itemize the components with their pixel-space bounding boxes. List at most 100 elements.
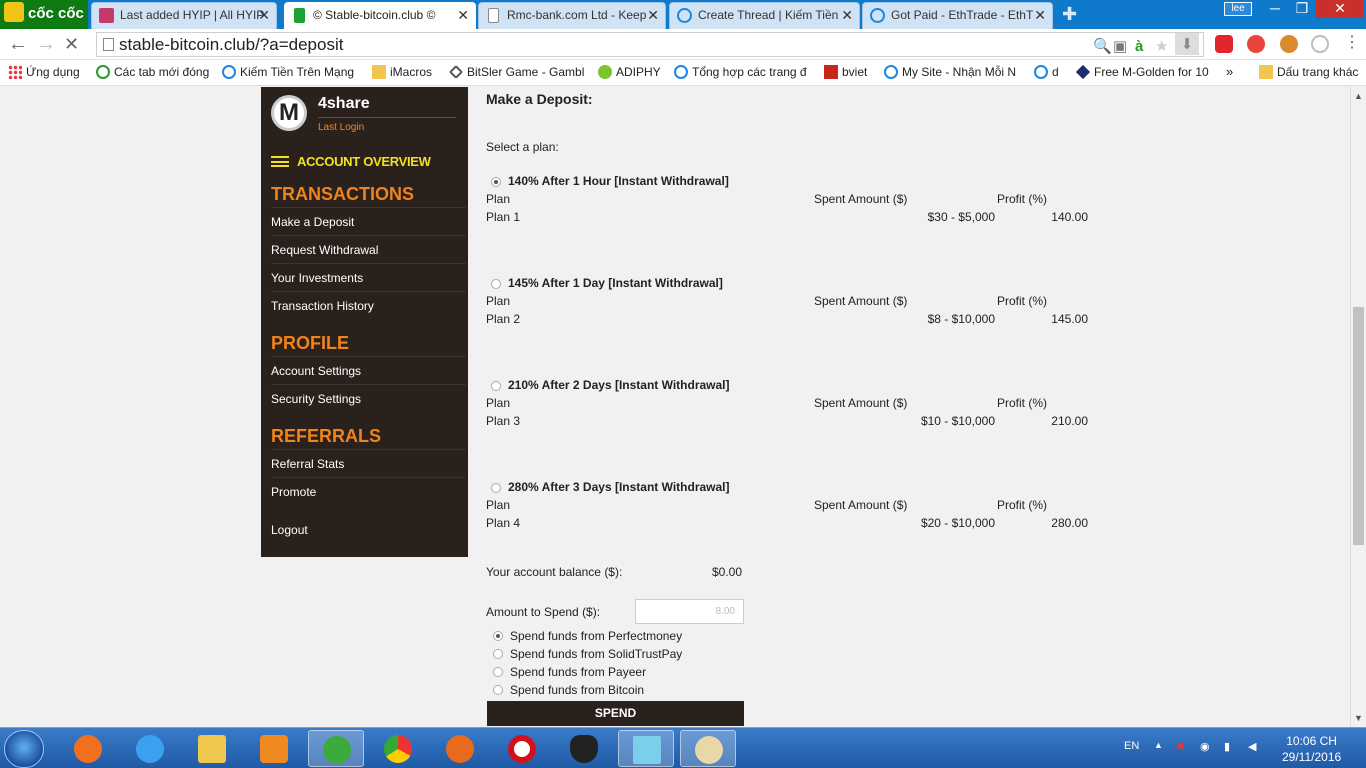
taskbar-coccoc-orange[interactable] [60, 730, 116, 767]
scroll-down-icon[interactable]: ▼ [1354, 713, 1363, 723]
tray-expand-icon[interactable]: ▲ [1154, 740, 1163, 750]
tab-stable-bitcoin[interactable]: © Stable-bitcoin.club © ✕ [284, 2, 476, 29]
zoom-icon[interactable]: 🔍 [1093, 35, 1112, 58]
taskbar-mouse-app[interactable] [556, 730, 612, 767]
taskbar-opera[interactable] [494, 730, 550, 767]
tab-close-icon[interactable]: ✕ [258, 3, 270, 28]
tab-create-thread[interactable]: Create Thread | Kiếm Tiền ✕ [669, 2, 860, 29]
volume-icon[interactable]: ◀ [1248, 740, 1256, 753]
bookmark-star-icon[interactable]: ★ [1155, 35, 1168, 58]
bookmark-adiphy[interactable]: ADIPHY [598, 60, 661, 84]
bookmark-tong-hop[interactable]: Tổng hợp các trang đ [674, 60, 808, 84]
forward-icon[interactable]: → [36, 34, 56, 54]
payment-radio[interactable] [493, 685, 503, 695]
sidebar-item-promote[interactable]: Promote [271, 477, 466, 505]
translate-icon[interactable]: ▣ [1113, 35, 1127, 58]
bookmark-site-icon [884, 65, 898, 79]
taskbar-coccoc[interactable] [308, 730, 364, 767]
start-button-icon[interactable] [4, 730, 44, 768]
new-tab-icon[interactable]: ✚ [1062, 4, 1077, 25]
payment-option-payeer[interactable]: Spend funds from Payeer [493, 663, 646, 681]
tray-app-icon[interactable]: ◉ [1200, 740, 1210, 753]
payment-option-bitcoin[interactable]: Spend funds from Bitcoin [493, 681, 644, 699]
payment-option-solidtrustpay[interactable]: Spend funds from SolidTrustPay [493, 645, 682, 663]
taskbar-chrome[interactable] [370, 730, 426, 767]
window-close-icon[interactable]: ✕ [1316, 0, 1364, 18]
tab-rmc-bank[interactable]: Rmc-bank.com Ltd - Keep ✕ [478, 2, 666, 29]
sidebar-item-referral-stats[interactable]: Referral Stats [271, 449, 466, 477]
coccoc-logo[interactable]: cốc cốc [0, 0, 88, 29]
bookmark-my-site[interactable]: My Site - Nhận Mỗi N [884, 60, 1022, 84]
sidebar-item-make-deposit[interactable]: Make a Deposit [271, 207, 466, 235]
media-player-icon [260, 735, 288, 763]
page-scrollbar[interactable]: ▲ ▼ [1350, 87, 1366, 727]
bookmark-imacros[interactable]: iMacros [372, 60, 432, 84]
col-profit-header: Profit (%) [997, 192, 1048, 206]
bookmark-bviet[interactable]: bviet [824, 60, 867, 84]
payment-radio[interactable] [493, 667, 503, 677]
browser-tab-bar: cốc cốc Last added HYIP | All HYIP ✕ © S… [0, 0, 1366, 29]
language-indicator[interactable]: EN [1124, 740, 1139, 752]
coccoc-a-icon[interactable]: à [1135, 35, 1143, 58]
extension-badge-icon[interactable] [1280, 35, 1298, 53]
bookmarks-overflow-chevron-icon[interactable]: » [1226, 60, 1233, 84]
restore-icon[interactable]: ❐ [1289, 0, 1315, 18]
network-warning-icon[interactable]: ✖ [1176, 740, 1185, 753]
payment-radio[interactable] [493, 649, 503, 659]
payment-label: Spend funds from Perfectmoney [510, 629, 683, 643]
sidebar-item-security-settings[interactable]: Security Settings [271, 384, 466, 412]
tab-title: Got Paid - EthTrade - EthT [891, 8, 1034, 22]
taskbar-media[interactable] [246, 730, 302, 767]
bookmark-d[interactable]: d [1034, 60, 1059, 84]
account-overview-link[interactable]: ACCOUNT OVERVIEW [271, 154, 431, 169]
bookmark-bitsler[interactable]: BitSler Game - Gambl [449, 60, 587, 84]
tab-close-icon[interactable]: ✕ [841, 3, 853, 28]
bookmark-free-m-golden[interactable]: Free M-Golden for 10 [1076, 60, 1214, 84]
amount-input[interactable]: 8.00 [635, 599, 744, 624]
adiphy-icon [598, 65, 612, 79]
stop-loading-icon[interactable]: ✕ [64, 34, 79, 54]
sidebar-item-account-settings[interactable]: Account Settings [271, 356, 466, 384]
sidebar-item-your-investments[interactable]: Your Investments [271, 263, 466, 291]
taskbar-firefox[interactable] [432, 730, 488, 767]
extension-at-icon[interactable] [1311, 35, 1329, 53]
taskbar-explorer[interactable] [184, 730, 240, 767]
scrollbar-thumb[interactable] [1353, 307, 1364, 545]
tab-last-added-hyip[interactable]: Last added HYIP | All HYIP ✕ [91, 2, 277, 29]
plan-radio[interactable] [491, 279, 501, 289]
address-bar[interactable]: stable-bitcoin.club/?a=deposit 🔍 ▣ à ★ ⬇ [96, 32, 1204, 57]
sidebar-item-logout[interactable]: Logout [271, 516, 466, 544]
sidebar-item-request-withdrawal[interactable]: Request Withdrawal [271, 235, 466, 263]
bookmark-kiem-tien[interactable]: Kiếm Tiền Trên Mạng [222, 60, 362, 84]
download-icon[interactable]: ⬇ [1175, 33, 1199, 55]
tab-close-icon[interactable]: ✕ [457, 3, 469, 28]
bookmark-label: Các tab mới đóng [114, 65, 210, 79]
system-clock[interactable]: 10:06 CH 29/11/2016 [1282, 733, 1341, 765]
plan-radio[interactable] [491, 381, 501, 391]
section-profile: PROFILE [271, 333, 350, 353]
back-icon[interactable]: ← [8, 34, 28, 54]
taskbar-paint[interactable] [680, 730, 736, 767]
extension-arrow-icon[interactable] [1247, 35, 1265, 53]
bookmark-apps[interactable]: Ứng dụng [8, 60, 80, 84]
spend-button[interactable]: SPEND [487, 701, 744, 726]
extension-red-icon[interactable] [1215, 35, 1233, 53]
tab-got-paid[interactable]: Got Paid - EthTrade - EthT ✕ [862, 2, 1053, 29]
bookmark-other[interactable]: Dấu trang khác [1259, 60, 1358, 84]
plan-radio[interactable] [491, 177, 501, 187]
tab-close-icon[interactable]: ✕ [1034, 3, 1046, 28]
tab-close-icon[interactable]: ✕ [647, 3, 659, 28]
payment-radio[interactable] [493, 631, 503, 641]
plan-range: $10 - $10,000 [920, 414, 995, 428]
minimize-icon[interactable]: ─ [1262, 0, 1288, 18]
scroll-up-icon[interactable]: ▲ [1354, 91, 1363, 101]
plan-radio[interactable] [491, 483, 501, 493]
signal-icon[interactable]: ▮ [1224, 740, 1230, 753]
profile-user-badge[interactable]: lee [1224, 2, 1252, 16]
bookmark-closed-tabs[interactable]: Các tab mới đóng [96, 60, 209, 84]
taskbar-ie[interactable] [122, 730, 178, 767]
payment-option-perfectmoney[interactable]: Spend funds from Perfectmoney [493, 627, 682, 645]
menu-icon[interactable]: ⋮ [1344, 33, 1360, 53]
sidebar-item-transaction-history[interactable]: Transaction History [271, 291, 466, 319]
taskbar-notepad[interactable] [618, 730, 674, 767]
